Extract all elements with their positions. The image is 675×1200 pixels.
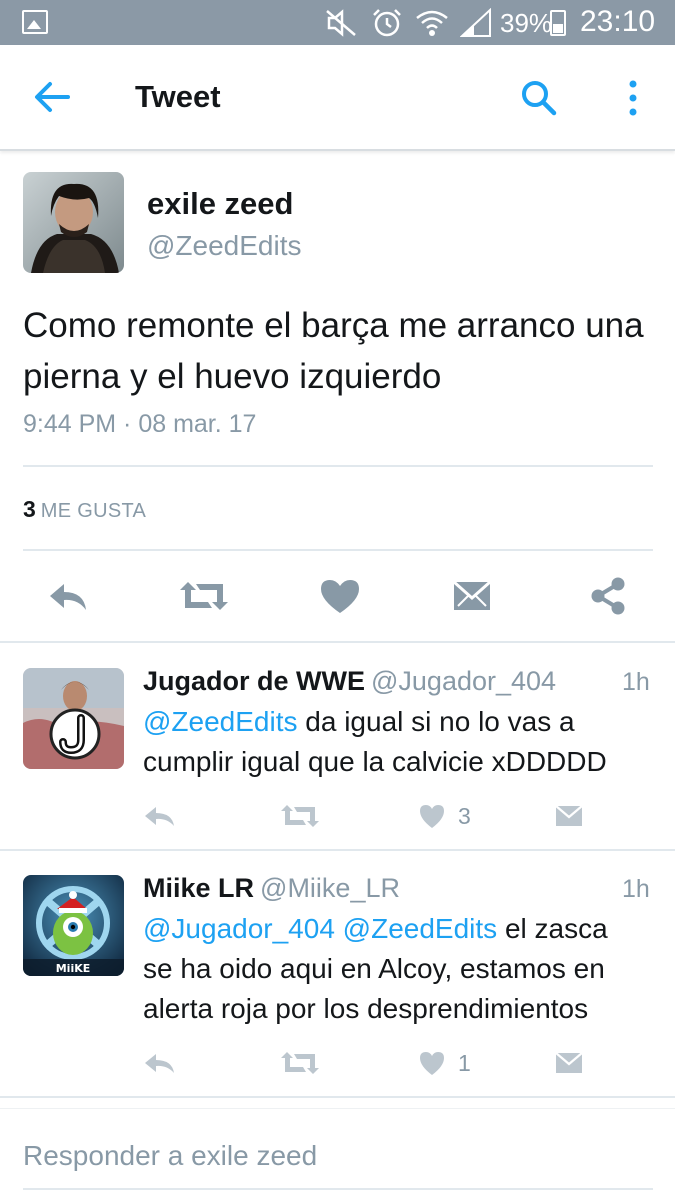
mention-link[interactable]: @ZeedEdits — [143, 706, 298, 737]
retweet-icon[interactable] — [178, 576, 230, 616]
signal-icon — [460, 8, 491, 37]
status-bar: 39% 23:10 — [0, 0, 675, 45]
divider — [23, 465, 653, 467]
reply-author-handle[interactable]: @Miike_LR — [260, 873, 400, 903]
more-vert-icon[interactable] — [624, 79, 642, 119]
reply-text: @ZeedEdits da igual si no lo vas a cumpl… — [143, 702, 643, 782]
retweet-icon[interactable] — [280, 802, 320, 830]
reply-like-count: 3 — [458, 803, 471, 829]
divider — [23, 549, 653, 551]
likes-label: ME GUSTA — [40, 500, 147, 522]
reply-text: @Jugador_404 @ZeedEdits el zasca se ha o… — [143, 909, 643, 1029]
reply-avatar[interactable]: MiiKE — [23, 875, 124, 976]
battery-icon — [550, 10, 566, 36]
reply-author-name[interactable]: Jugador de WWE — [143, 666, 365, 696]
reply-age: 1h — [622, 875, 650, 903]
back-arrow-icon[interactable] — [32, 79, 72, 115]
reply-icon[interactable] — [46, 576, 90, 616]
reply-author-handle[interactable]: @Jugador_404 — [371, 666, 556, 696]
reply-avatar[interactable] — [23, 668, 124, 769]
direct-message-icon[interactable] — [555, 802, 583, 830]
share-icon[interactable] — [588, 576, 628, 616]
mention-link[interactable]: @Jugador_404 @ZeedEdits — [143, 913, 497, 944]
alarm-icon — [373, 9, 401, 37]
like-icon[interactable] — [418, 802, 446, 830]
retweet-icon[interactable] — [280, 1049, 320, 1077]
clock: 23:10 — [580, 5, 656, 38]
divider — [0, 641, 675, 643]
reply-age: 1h — [622, 668, 650, 696]
battery-percent: 39% — [500, 8, 553, 38]
likes-count: 3 — [23, 496, 36, 522]
likes-summary[interactable]: 3 ME GUSTA — [23, 496, 146, 523]
reply-like-count: 1 — [458, 1050, 471, 1076]
mute-icon — [326, 9, 356, 37]
reply-author-name[interactable]: Miike LR — [143, 873, 254, 903]
app-bar: Tweet — [0, 45, 675, 151]
tweet-text: Como remonte el barça me arranco una pie… — [23, 306, 644, 396]
divider — [0, 1108, 675, 1109]
avatar-label: MiiKE — [56, 962, 91, 975]
reply-compose-input[interactable]: Responder a exile zeed — [23, 1140, 317, 1172]
reply-icon[interactable] — [142, 1049, 178, 1077]
page-title: Tweet — [135, 79, 221, 114]
author-handle[interactable]: @ZeedEdits — [147, 230, 302, 262]
direct-message-icon[interactable] — [452, 576, 492, 616]
direct-message-icon[interactable] — [555, 1049, 583, 1077]
reply-icon[interactable] — [142, 802, 178, 830]
like-icon[interactable] — [318, 576, 362, 616]
author-avatar[interactable] — [23, 172, 124, 273]
wifi-icon — [416, 10, 448, 36]
reply-header: Jugador de WWE @Jugador_404 — [143, 666, 556, 697]
divider — [0, 1096, 675, 1098]
search-icon[interactable] — [520, 79, 558, 117]
author-name[interactable]: exile zeed — [147, 186, 293, 222]
compose-underline — [23, 1188, 653, 1190]
gallery-icon — [22, 10, 48, 34]
tweet-timestamp: 9:44 PM · 08 mar. 17 — [23, 410, 257, 438]
divider — [0, 849, 675, 851]
reply-header: Miike LR @Miike_LR — [143, 873, 400, 904]
like-icon[interactable] — [418, 1049, 446, 1077]
